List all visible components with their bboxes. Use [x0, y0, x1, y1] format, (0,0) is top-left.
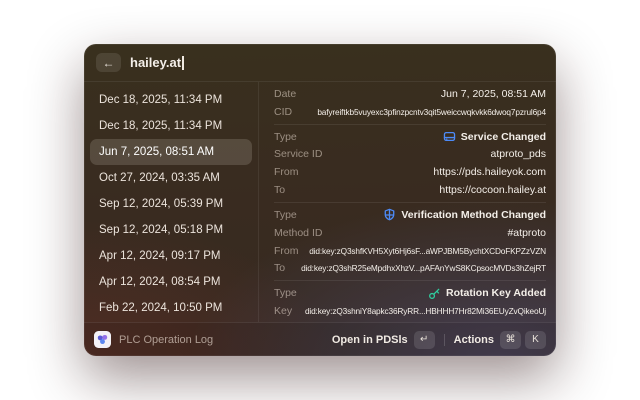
section-divider	[274, 124, 546, 125]
detail-row: Type Service Changed	[274, 128, 546, 146]
window-body: Dec 18, 2025, 11:34 PM Dec 18, 2025, 11:…	[84, 82, 556, 322]
list-item-label: Apr 12, 2024, 08:54 PM	[99, 276, 220, 288]
detail-row: CID bafyreiftkb5vuyexc3pfinzpcntv3qit5we…	[274, 103, 546, 121]
detail-row: To https://cocoon.hailey.at	[274, 181, 546, 199]
detail-value: atproto_pds	[330, 148, 546, 160]
detail-value: Service Changed	[305, 130, 546, 143]
app-name-label: PLC Operation Log	[119, 334, 213, 346]
detail-label: From	[274, 166, 299, 178]
list-item[interactable]: Dec 18, 2025, 11:34 PM	[90, 87, 252, 113]
list-item[interactable]: Feb 22, 2024, 10:50 PM	[90, 295, 252, 321]
detail-label: From	[274, 245, 299, 257]
list-item-label: Dec 18, 2025, 11:34 PM	[99, 94, 222, 106]
detail-label: Type	[274, 209, 297, 221]
section-divider	[274, 280, 546, 281]
detail-value: Verification Method Changed	[305, 208, 546, 221]
detail-value: Jun 7, 2025, 08:51 AM	[304, 88, 546, 100]
list-item-label: Oct 27, 2024, 03:35 AM	[99, 172, 220, 184]
cmd-key-badge[interactable]: ⌘	[500, 331, 521, 349]
plc-operation-log-window: ← hailey.at Dec 18, 2025, 11:34 PM Dec 1…	[84, 44, 556, 356]
list-item[interactable]: Apr 12, 2024, 08:54 PM	[90, 269, 252, 295]
search-header: ← hailey.at	[84, 44, 556, 82]
desktop-background: { "window": { "search": { "value": "hail…	[0, 0, 640, 400]
list-item-label: Feb 22, 2024, 10:50 PM	[99, 302, 222, 314]
list-item[interactable]: Apr 12, 2024, 09:17 PM	[90, 243, 252, 269]
search-input[interactable]: hailey.at	[130, 55, 184, 70]
detail-row: Date Jun 7, 2025, 08:51 AM	[274, 85, 546, 103]
list-item[interactable]: Dec 18, 2025, 11:34 PM	[90, 113, 252, 139]
detail-label: Method ID	[274, 227, 322, 239]
list-item[interactable]: Jun 7, 2025, 08:51 AM	[90, 139, 252, 165]
detail-value: bafyreiftkb5vuyexc3pfinzpcntv3qit5weiccw…	[300, 107, 546, 117]
footer-divider	[444, 334, 445, 346]
detail-row: To did:key:zQ3shR25eMpdhxXhzV...pAFAnYwS…	[274, 259, 546, 277]
detail-panel: Date Jun 7, 2025, 08:51 AM CID bafyreift…	[259, 82, 556, 322]
detail-value: #atproto	[330, 227, 546, 239]
detail-label: To	[274, 184, 285, 196]
detail-row: Method ID #atproto	[274, 224, 546, 242]
detail-value: did:key:zQ3shniY8apkc36RyRR...HBHHH7Hr82…	[300, 306, 546, 316]
detail-value-text: Verification Method Changed	[401, 209, 546, 221]
list-item-label: Sep 12, 2024, 05:39 PM	[99, 198, 223, 210]
list-item-label: Sep 12, 2024, 05:18 PM	[99, 224, 223, 236]
key-icon	[428, 287, 441, 300]
detail-value-text: Service Changed	[461, 131, 546, 143]
date-list: Dec 18, 2025, 11:34 PM Dec 18, 2025, 11:…	[84, 82, 258, 322]
shield-icon	[383, 208, 396, 221]
detail-row: Type Rotation Key Added	[274, 284, 546, 302]
search-input-value: hailey.at	[130, 55, 181, 70]
arrow-left-icon: ←	[103, 56, 115, 70]
detail-value: Rotation Key Added	[305, 287, 546, 300]
detail-row: From https://pds.haileyok.com	[274, 163, 546, 181]
list-item[interactable]: Sep 12, 2024, 05:18 PM	[90, 217, 252, 243]
back-button[interactable]: ←	[96, 53, 121, 72]
server-icon	[443, 130, 456, 143]
list-item-label: Dec 18, 2025, 11:34 PM	[99, 120, 222, 132]
k-key-badge[interactable]: K	[525, 331, 546, 349]
detail-label: Date	[274, 88, 296, 100]
detail-label: To	[274, 262, 285, 274]
open-in-pdsls-button[interactable]: Open in PDSls	[332, 334, 408, 346]
list-item[interactable]: Oct 27, 2024, 03:35 AM	[90, 165, 252, 191]
detail-row: Service ID atproto_pds	[274, 145, 546, 163]
detail-label: Key	[274, 305, 292, 317]
list-item[interactable]: Sep 12, 2024, 05:39 PM	[90, 191, 252, 217]
plc-app-icon	[94, 331, 111, 348]
detail-value: did:key:zQ3shfKVH5Xyt6Hj6sF...aWPJBM5Byc…	[307, 246, 547, 256]
list-item-label: Jun 7, 2025, 08:51 AM	[99, 146, 214, 158]
actions-button[interactable]: Actions	[454, 334, 494, 346]
detail-label: Service ID	[274, 148, 322, 160]
detail-row: Key did:key:zQ3shniY8apkc36RyRR...HBHHH7…	[274, 302, 546, 320]
actions-shortcut: ⌘ K	[500, 331, 546, 349]
detail-label: CID	[274, 106, 292, 118]
detail-value: https://pds.haileyok.com	[307, 166, 547, 178]
detail-value-text: Rotation Key Added	[446, 287, 546, 299]
detail-row: Type Verification Method Changed	[274, 206, 546, 224]
section-divider	[274, 202, 546, 203]
plc-logo-icon	[96, 333, 109, 346]
detail-label: Type	[274, 131, 297, 143]
detail-label: Type	[274, 287, 297, 299]
list-item-label: Apr 12, 2024, 09:17 PM	[99, 250, 220, 262]
detail-value: did:key:zQ3shR25eMpdhxXhzV...pAFAnYwS8KC…	[293, 263, 546, 273]
text-caret	[182, 56, 184, 70]
detail-value: https://cocoon.hailey.at	[293, 184, 546, 196]
detail-row: From did:key:zQ3shfKVH5Xyt6Hj6sF...aWPJB…	[274, 242, 546, 260]
return-key-badge[interactable]: ↵	[414, 331, 435, 349]
footer-bar: PLC Operation Log Open in PDSls ↵ Action…	[84, 322, 556, 356]
